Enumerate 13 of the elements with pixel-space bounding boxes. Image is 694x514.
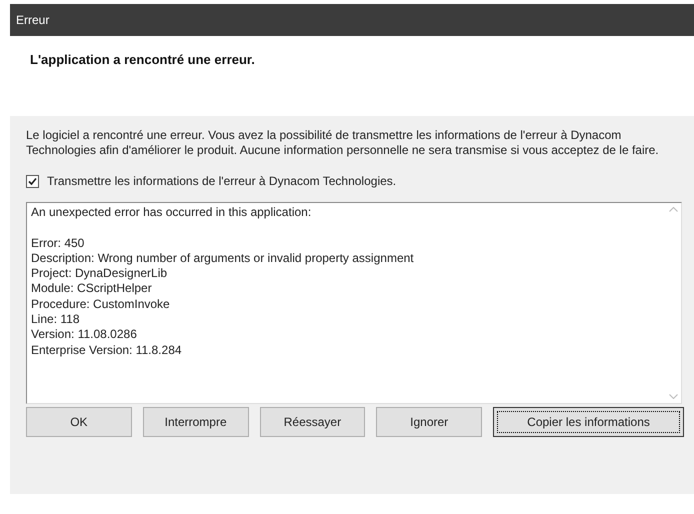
send-report-checkbox[interactable] — [26, 174, 39, 188]
dialog-button[interactable]: Ignorer — [376, 407, 482, 437]
message-text: Le logiciel a rencontré une erreur. Vous avez la possibilité de transmettre les informations de l'erreur à Dynacom Technologies afin d'améliorer le produit. Aucune information personnelle ne sera transmise si vous acceptez de le faire. — [26, 128, 660, 158]
scroll-up-icon[interactable] — [668, 207, 678, 212]
dialog-button[interactable]: Réessayer — [260, 407, 366, 437]
window-title: Erreur — [10, 4, 694, 36]
header-title: L'application a rencontré une erreur. — [30, 52, 256, 67]
dialog-button[interactable]: OK — [26, 407, 132, 437]
dialog-button[interactable]: Copier les informations — [493, 407, 684, 437]
details-text-area[interactable]: An unexpected error has occurred in this application: Error: 450 Description: Wrong number of arguments or invalid property assignment Project: DynaDesignerLib Module: CScriptHelper Procedure: CustomInvoke Line: 118 Version: 11.08.0286 Enterprise Version: 11.8.284 — [26, 202, 682, 404]
checkbox-label: Transmettre les informations de l'erreur à Dynacom Technologies. — [47, 174, 396, 188]
scroll-down-icon[interactable] — [668, 394, 678, 399]
dialog-button[interactable]: Interrompre — [142, 407, 249, 437]
